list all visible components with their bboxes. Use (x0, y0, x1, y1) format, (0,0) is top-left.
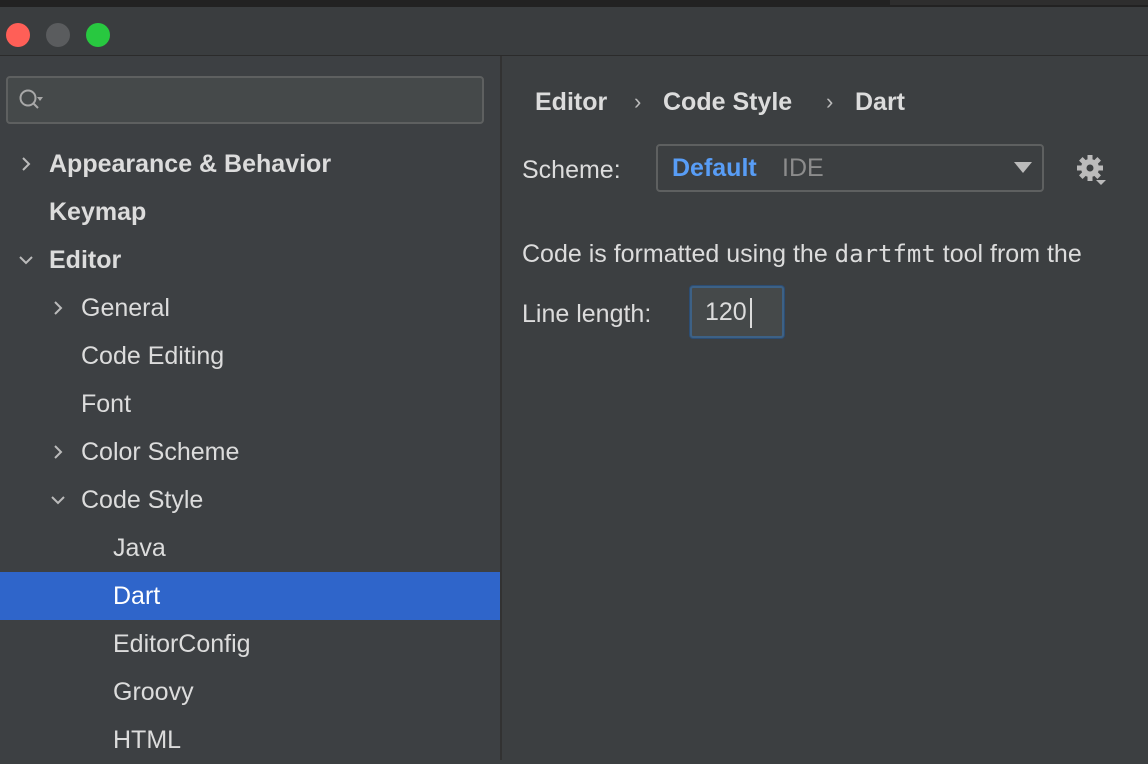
line-length-input[interactable]: 120 (690, 286, 784, 338)
settings-content: Editor › Code Style › Dart Scheme: Defau… (502, 56, 1148, 760)
description-tool: dartfmt (834, 240, 936, 268)
description-prefix: Code is formatted using the (522, 240, 835, 268)
line-length-value: 120 (705, 298, 747, 326)
tree-item-general[interactable]: General (0, 284, 500, 332)
breadcrumb-code-style[interactable]: Code Style (663, 84, 792, 120)
scheme-sub-label: IDE (782, 154, 824, 182)
tree-item-html[interactable]: HTML (0, 716, 500, 764)
scheme-dropdown[interactable]: Default IDE (656, 144, 1044, 192)
line-length-label: Line length: (522, 300, 652, 328)
chevron-right-icon[interactable] (48, 428, 68, 476)
tree-item-label: Java (113, 534, 166, 562)
formatter-description: Code is formatted using the dartfmt tool… (522, 236, 1082, 272)
title-bar (0, 0, 1148, 56)
tree-item-code-editing[interactable]: Code Editing (0, 332, 500, 380)
breadcrumb-separator: › (826, 89, 834, 114)
tree-item-font[interactable]: Font (0, 380, 500, 428)
tree-item-label: Color Scheme (81, 438, 240, 466)
maximize-window-button[interactable] (86, 23, 110, 47)
settings-search-input[interactable] (6, 76, 484, 124)
breadcrumb-editor[interactable]: Editor (535, 84, 607, 120)
breadcrumb-separator: › (634, 89, 642, 114)
tree-item-label: Keymap (49, 198, 147, 226)
tree-item-label: Font (81, 390, 132, 418)
title-bar-top-edge (0, 0, 1148, 7)
tree-item-label: Dart (113, 582, 161, 610)
tree-item-keymap[interactable]: Keymap (0, 188, 500, 236)
tree-item-appearance-behavior[interactable]: Appearance & Behavior (0, 140, 500, 188)
scheme-value: Default (672, 154, 757, 182)
gear-icon[interactable] (1074, 152, 1110, 188)
tree-item-label: Appearance & Behavior (49, 150, 332, 178)
tree-item-groovy[interactable]: Groovy (0, 668, 500, 716)
minimize-window-button[interactable] (46, 23, 70, 47)
tree-item-label: General (81, 294, 170, 322)
tree-item-java[interactable]: Java (0, 524, 500, 572)
chevron-down-icon[interactable] (16, 236, 36, 284)
tree-item-editorconfig[interactable]: EditorConfig (0, 620, 500, 668)
tree-item-code-style[interactable]: Code Style (0, 476, 500, 524)
tree-item-label: Code Style (81, 486, 204, 514)
tree-item-label: EditorConfig (113, 630, 251, 658)
tree-item-label: Groovy (113, 678, 194, 706)
title-bar-edge-segment (890, 0, 1148, 5)
chevron-right-icon[interactable] (16, 140, 36, 188)
scheme-label: Scheme: (522, 156, 621, 184)
tree-item-label: Editor (49, 246, 122, 274)
search-icon[interactable] (18, 88, 44, 112)
chevron-down-icon[interactable] (48, 476, 68, 524)
close-window-button[interactable] (6, 23, 30, 47)
breadcrumb-dart: Dart (855, 88, 906, 116)
tree-item-label: Code Editing (81, 342, 225, 370)
tree-item-color-scheme[interactable]: Color Scheme (0, 428, 500, 476)
text-caret (750, 298, 752, 328)
description-suffix: tool from the (935, 240, 1082, 268)
tree-item-editor[interactable]: Editor (0, 236, 500, 284)
tree-item-dart[interactable]: Dart (0, 572, 500, 620)
tree-item-label: HTML (113, 726, 182, 754)
dropdown-arrow-icon (1014, 162, 1032, 173)
settings-sidebar: Appearance & Behavior Keymap Editor General… (0, 56, 500, 760)
chevron-right-icon[interactable] (48, 284, 68, 332)
